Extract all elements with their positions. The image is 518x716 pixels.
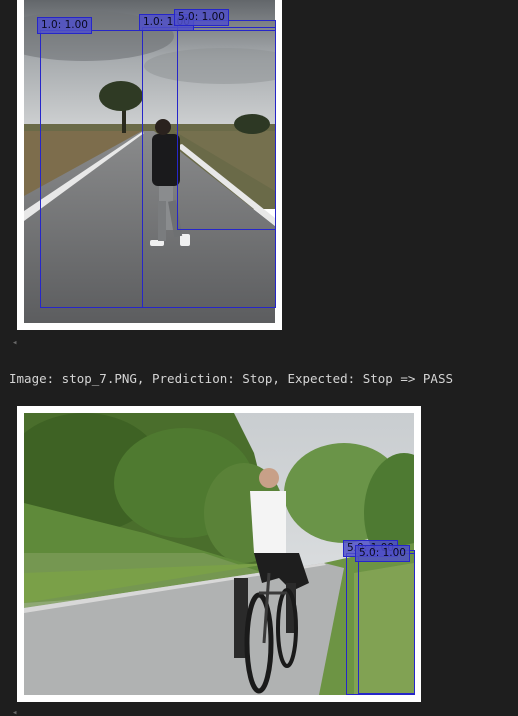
notebook-output-area: 1.0: 1.00 1.0: 1.00 5.0: 1.00 ◂ Image: s… xyxy=(0,0,518,716)
detection-label: 1.0: 1.00 xyxy=(37,17,92,34)
detection-box xyxy=(358,550,415,694)
scroll-left-icon[interactable]: ◂ xyxy=(12,709,17,716)
scroll-left-icon[interactable]: ◂ xyxy=(12,339,17,348)
detection-label: 5.0: 1.00 xyxy=(174,9,229,26)
detection-box xyxy=(177,20,276,230)
detection-label: 5.0: 1.00 xyxy=(355,545,410,562)
prediction-result-text: Image: stop_7.PNG, Prediction: Stop, Exp… xyxy=(9,371,454,386)
